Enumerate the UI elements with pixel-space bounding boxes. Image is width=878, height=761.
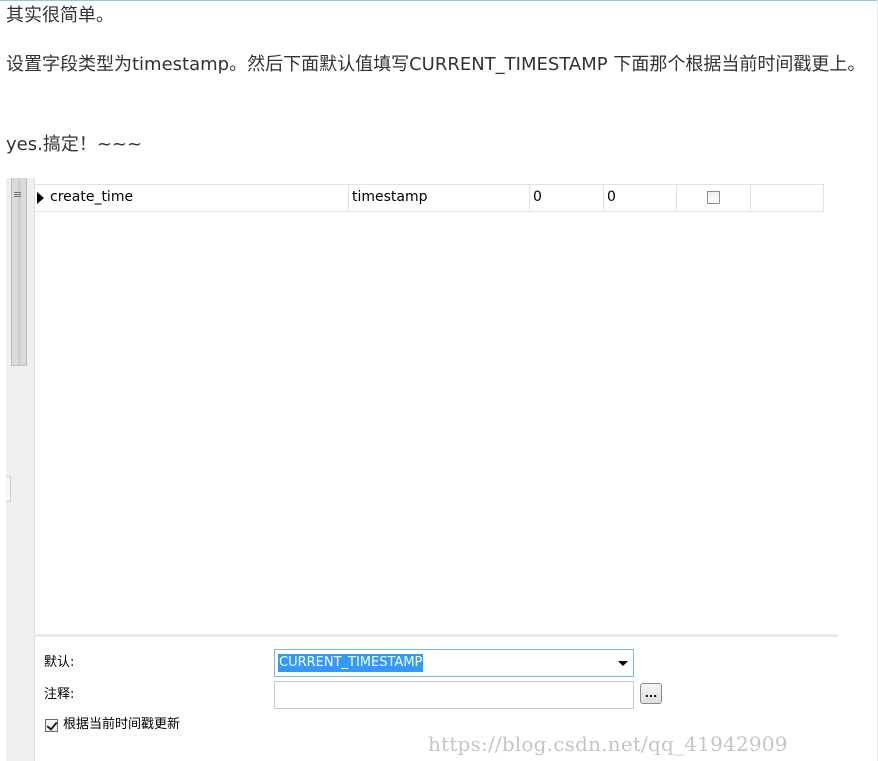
article-line-3: yes.搞定！~~~ (6, 134, 143, 155)
update-on-timestamp-checkbox[interactable] (45, 719, 58, 732)
default-value-text[interactable]: CURRENT_TIMESTAMP (278, 654, 424, 672)
not-null-cell (677, 184, 751, 211)
table-row[interactable]: create_time timestamp 0 0 (34, 184, 824, 212)
row-pointer-icon (37, 192, 44, 204)
embedded-screenshot: ≡ create_time timestamp 0 0 默认: CURRENT_… (6, 178, 838, 761)
not-null-checkbox[interactable] (707, 191, 720, 204)
comment-expand-button[interactable]: ... (640, 683, 662, 704)
article-line-1: 其实很简单。 (6, 5, 114, 26)
field-decimals-cell[interactable]: 0 (604, 184, 677, 211)
dropdown-arrow-icon[interactable] (618, 661, 628, 666)
default-label: 默认: (44, 655, 75, 670)
menu-grip-icon: ≡ (13, 188, 23, 201)
key-cell[interactable] (751, 184, 824, 211)
field-name-cell[interactable]: create_time (47, 184, 349, 211)
article-line-2: 设置字段类型为timestamp。然后下面默认值填写CURRENT_TIMEST… (6, 54, 866, 75)
panel-divider[interactable] (34, 634, 838, 637)
watermark: https://blog.csdn.net/qq_41942909 (428, 732, 788, 756)
panel-resize-grip[interactable] (6, 476, 11, 502)
default-value-combobox[interactable]: CURRENT_TIMESTAMP (274, 649, 634, 677)
comment-label: 注释: (44, 687, 75, 702)
update-on-timestamp-label[interactable]: 根据当前时间戳更新 (63, 716, 180, 734)
field-type-cell[interactable]: timestamp (349, 184, 530, 211)
vertical-scrollbar-thumb[interactable] (11, 178, 27, 366)
row-indicator (34, 184, 47, 211)
field-length-cell[interactable]: 0 (530, 184, 604, 211)
left-scroll-strip: ≡ (6, 178, 35, 761)
comment-input[interactable] (274, 681, 634, 709)
page-top-border (0, 0, 878, 1)
